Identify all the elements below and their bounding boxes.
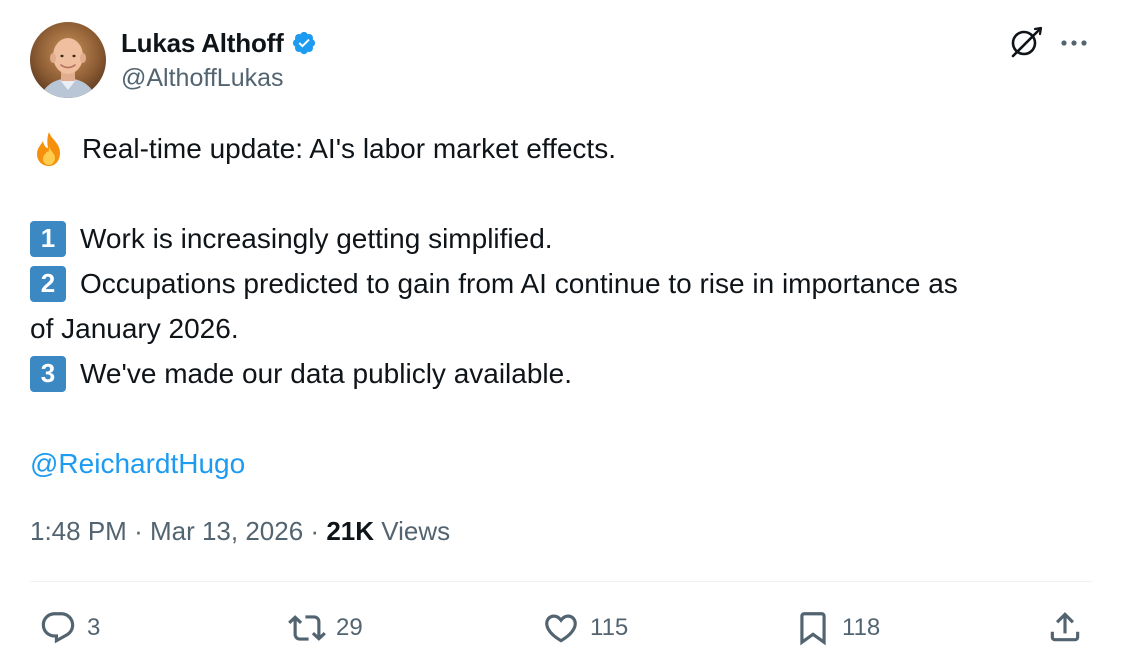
divider xyxy=(30,581,1092,582)
point-2: 2 Occupations predicted to gain from AI … xyxy=(30,261,1100,306)
grok-icon[interactable] xyxy=(1006,24,1044,62)
reply-icon xyxy=(41,612,75,644)
avatar-image xyxy=(30,22,106,98)
reply-button[interactable]: 3 xyxy=(39,606,100,650)
author-block: Lukas Althoff @AlthoffLukas xyxy=(121,26,317,93)
point-1: 1 Work is increasingly getting simplifie… xyxy=(30,216,1100,261)
meta-separator: · xyxy=(310,516,320,546)
share-icon xyxy=(1050,612,1080,642)
verified-badge-icon[interactable] xyxy=(291,30,317,56)
keycap-2: 2 xyxy=(30,265,66,302)
author-handle[interactable]: @AlthoffLukas xyxy=(121,64,317,93)
bookmark-count: 118 xyxy=(842,614,881,641)
like-icon xyxy=(545,614,577,643)
keycap-1: 1 xyxy=(30,220,66,257)
bookmark-button[interactable]: 118 xyxy=(794,606,880,650)
reply-count: 3 xyxy=(87,614,101,641)
bookmark-icon xyxy=(800,612,826,646)
tweet-card: Lukas Althoff @AlthoffLukas Real-time up… xyxy=(0,0,1123,664)
point-2-continuation-text: of January 2026. xyxy=(30,313,239,344)
tweet-text: Real-time update: AI's labor market effe… xyxy=(30,126,1100,486)
mention-line: @ReichardtHugo xyxy=(30,441,1100,486)
tweet-time[interactable]: 1:48 PM xyxy=(30,516,127,546)
repost-button[interactable]: 29 xyxy=(288,606,363,650)
point-2-continuation: of January 2026. xyxy=(30,306,1100,351)
tweet-meta: 1:48 PM · Mar 13, 2026 · 21K Views xyxy=(30,516,450,547)
like-button[interactable]: 115 xyxy=(542,606,628,650)
point-2-text: Occupations predicted to gain from AI co… xyxy=(80,268,958,299)
more-icon[interactable] xyxy=(1056,27,1092,59)
tweet-date[interactable]: Mar 13, 2026 xyxy=(150,516,303,546)
like-count: 115 xyxy=(590,614,629,641)
repost-icon xyxy=(288,615,326,641)
display-name[interactable]: Lukas Althoff xyxy=(121,28,284,59)
name-row: Lukas Althoff xyxy=(121,26,317,60)
mention-link[interactable]: @ReichardtHugo xyxy=(30,441,245,486)
point-3: 3 We've made our data publicly available… xyxy=(30,351,1100,396)
views-label: Views xyxy=(381,516,451,546)
intro-text: Real-time update: AI's labor market effe… xyxy=(82,133,616,164)
avatar[interactable] xyxy=(30,22,106,98)
meta-separator: · xyxy=(134,516,143,546)
fire-emoji xyxy=(30,130,68,168)
repost-count: 29 xyxy=(336,614,363,641)
views-count: 21K xyxy=(326,516,375,546)
point-3-text: We've made our data publicly available. xyxy=(80,358,572,389)
point-1-text: Work is increasingly getting simplified. xyxy=(80,223,553,254)
intro-line: Real-time update: AI's labor market effe… xyxy=(30,126,1100,171)
share-button[interactable] xyxy=(1046,607,1084,647)
keycap-3: 3 xyxy=(30,355,66,392)
